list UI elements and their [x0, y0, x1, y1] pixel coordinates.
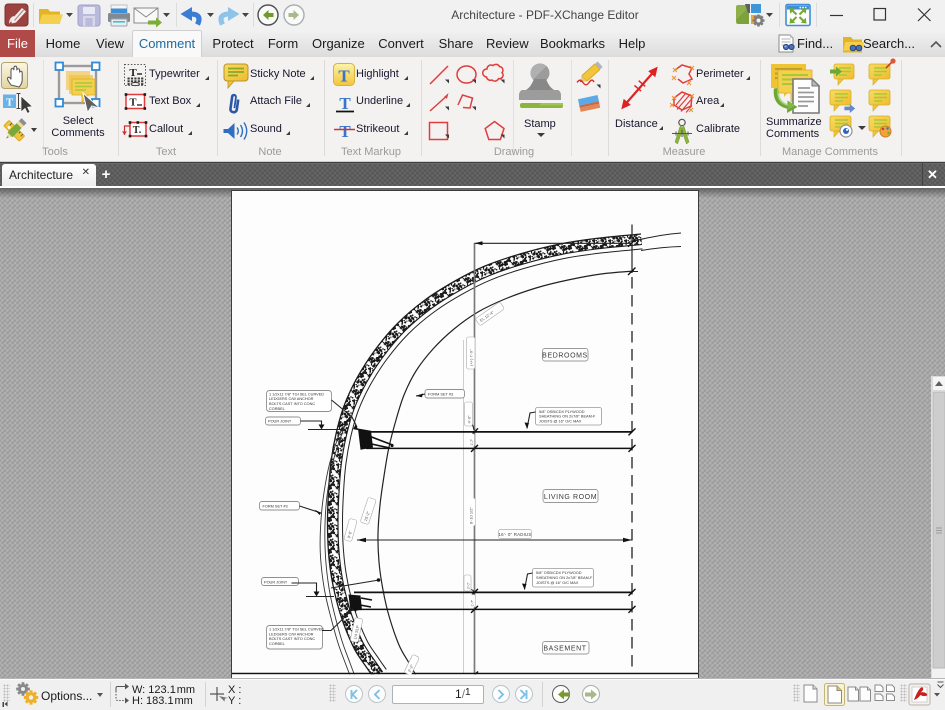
svg-text:FORM SET #3: FORM SET #3 — [428, 392, 453, 396]
svg-text:5/8" OSB/CDX PLYWOOD: 5/8" OSB/CDX PLYWOOD — [539, 410, 585, 414]
svg-text:16'- 0" RADIUS: 16'- 0" RADIUS — [498, 532, 531, 537]
svg-text:T: T — [339, 122, 351, 141]
svg-text:1'-7": 1'-7" — [470, 599, 474, 607]
svg-text:T: T — [6, 97, 14, 109]
svg-text:1'-7": 1'-7" — [470, 438, 474, 446]
svg-text:T: T — [129, 98, 136, 109]
svg-text:(+/-) 7'-9": (+/-) 7'-9" — [469, 349, 474, 366]
svg-text:T: T — [129, 67, 137, 79]
svg-text:SHEATHING ON 2x7/8" BEAM-F: SHEATHING ON 2x7/8" BEAM-F — [539, 415, 596, 419]
svg-text:8'-10 1/2": 8'-10 1/2" — [469, 507, 474, 524]
svg-text:1 1/2x11 7/8" TGI SEL CURVED: 1 1/2x11 7/8" TGI SEL CURVED — [269, 392, 324, 396]
svg-text:1 1/2x11 7/8" TGI SEL CURVED: 1 1/2x11 7/8" TGI SEL CURVED — [269, 628, 324, 632]
svg-text:LEDGERS C/W ANCHOR: LEDGERS C/W ANCHOR — [269, 632, 314, 636]
svg-text:T: T — [339, 94, 351, 113]
svg-text:CORBEL: CORBEL — [269, 642, 286, 646]
svg-text:SHEATHING ON 2x7/8" BEAM-F: SHEATHING ON 2x7/8" BEAM-F — [536, 576, 593, 580]
svg-text:CORBEL: CORBEL — [269, 407, 286, 411]
svg-text:JOISTS @ 16" O/C MAX: JOISTS @ 16" O/C MAX — [539, 420, 582, 424]
svg-text:JOISTS @ 16" O/C MAX: JOISTS @ 16" O/C MAX — [536, 581, 579, 585]
svg-text:LEDGERS C/W ANCHOR: LEDGERS C/W ANCHOR — [269, 397, 314, 401]
svg-text:5/8" OSB/CDX PLYWOOD: 5/8" OSB/CDX PLYWOOD — [536, 571, 582, 575]
svg-text:BEDROOMS: BEDROOMS — [542, 353, 588, 360]
svg-text:2'-0": 2'-0" — [466, 581, 470, 589]
svg-text:T: T — [338, 67, 350, 86]
svg-text:BASEMENT: BASEMENT — [543, 646, 586, 653]
svg-text:BOLTS CAST INTO CONC: BOLTS CAST INTO CONC — [269, 402, 315, 406]
svg-text:4'-0": 4'-0" — [466, 415, 471, 424]
svg-text:POUR JOINT: POUR JOINT — [264, 580, 288, 584]
svg-text:POUR JOINT: POUR JOINT — [268, 420, 292, 424]
svg-text:T.: T. — [133, 125, 142, 136]
svg-text:FORM SET #3: FORM SET #3 — [263, 504, 288, 508]
svg-text:BOLTS CAST INTO CONC: BOLTS CAST INTO CONC — [269, 637, 315, 641]
svg-text:LIVING ROOM: LIVING ROOM — [544, 494, 597, 501]
